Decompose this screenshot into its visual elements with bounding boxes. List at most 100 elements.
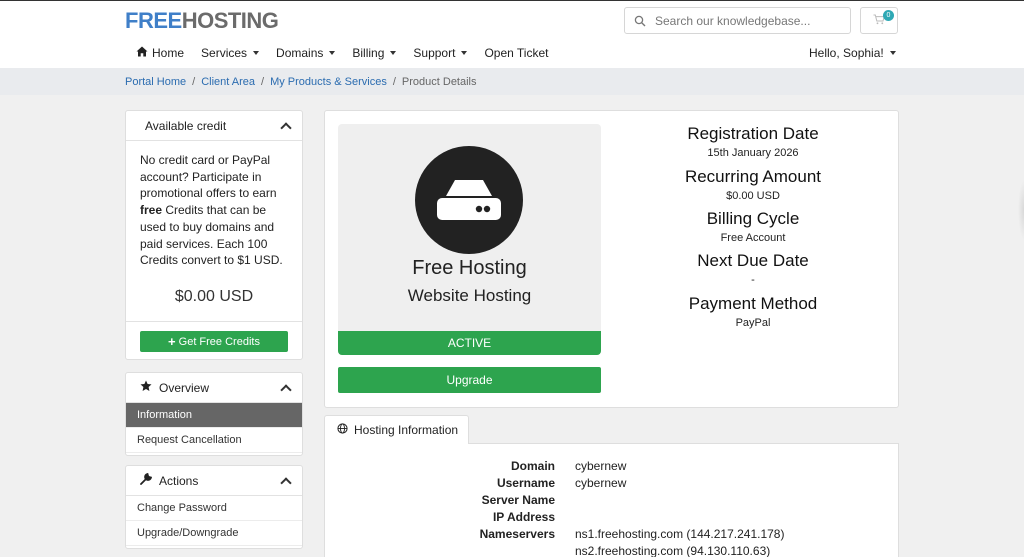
nav-billing[interactable]: Billing (352, 46, 397, 60)
product-group: Website Hosting (407, 286, 532, 305)
next-due-info: Next Due Date - (640, 251, 866, 286)
overview-item-request-cancellation[interactable]: Request Cancellation (126, 428, 302, 453)
chevron-down-icon (390, 51, 397, 55)
cart-count-badge: 0 (883, 10, 894, 21)
billing-cycle-label: Billing Cycle (706, 209, 800, 228)
plus-icon: + (168, 334, 176, 349)
credit-description: No credit card or PayPal account? Partic… (126, 141, 302, 317)
breadcrumb: Portal Home / Client Area / My Products … (125, 76, 477, 88)
domain-value: cybernew (575, 459, 627, 473)
overview-panel-title: Overview (140, 380, 209, 395)
breadcrumb-portal-home[interactable]: Portal Home (125, 76, 186, 88)
recurring-amount-label: Recurring Amount (684, 167, 822, 186)
tab-hosting-information-label: Hosting Information (354, 423, 459, 437)
hosting-info-panel: Domain cybernew Username cybernew Server… (324, 443, 899, 557)
breadcrumb-separator: / (192, 76, 196, 88)
username-label: Username (496, 476, 555, 490)
nav-home[interactable]: Home (136, 46, 184, 60)
chevron-down-icon (253, 51, 260, 55)
billing-cycle-value: Free Account (720, 232, 786, 244)
ip-address-label: IP Address (492, 510, 555, 524)
registration-date-label: Registration Date (687, 124, 819, 143)
credit-amount: $0.00 USD (174, 287, 254, 305)
user-greeting: Hello, Sophia! (809, 46, 884, 60)
registration-date-value: 15th January 2026 (707, 147, 799, 159)
credit-panel-title: Available credit (145, 118, 227, 133)
nameservers-row-2: ns2.freehosting.com (94.130.110.63) (325, 544, 900, 557)
divider (126, 321, 302, 322)
next-due-date-label: Next Due Date (697, 251, 809, 270)
credit-text-after: Credits that can be used to buy domains … (140, 203, 283, 268)
product-name: Free Hosting (412, 257, 527, 279)
overview-panel: Overview Information Request Cancellatio… (125, 372, 303, 456)
nav-domains[interactable]: Domains (276, 46, 336, 60)
nav-support-label: Support (413, 46, 456, 60)
credit-panel: Available credit No credit card or PayPa… (125, 110, 303, 360)
payment-method-label: Payment Method (688, 294, 818, 313)
chevron-down-icon (889, 51, 896, 55)
chevron-down-icon (461, 51, 468, 55)
wrench-icon (140, 472, 153, 488)
nav-open-ticket-label: Open Ticket (484, 46, 549, 60)
username-row: Username cybernew (325, 476, 900, 492)
recurring-info: Recurring Amount $0.00 USD (640, 167, 866, 202)
breadcrumb-products-services[interactable]: My Products & Services (270, 76, 387, 88)
nav-services-label: Services (201, 46, 248, 60)
chevron-up-icon[interactable] (280, 476, 292, 489)
page-scroll-edge (1018, 180, 1024, 240)
recurring-amount-value: $0.00 USD (726, 190, 780, 202)
credit-panel-header[interactable]: Available credit (126, 111, 302, 141)
username-value: cybernew (575, 476, 627, 490)
nameserver-1: ns1.freehosting.com (144.217.241.178) (575, 527, 785, 541)
get-free-credits-button[interactable]: + Get Free Credits (140, 331, 288, 352)
breadcrumb-separator: / (261, 76, 265, 88)
payment-method-value: PayPal (735, 317, 771, 329)
overview-title-label: Overview (159, 380, 210, 395)
chevron-up-icon[interactable] (280, 383, 292, 396)
overview-panel-header[interactable]: Overview (126, 373, 302, 403)
cart-button[interactable]: 0 (860, 7, 898, 34)
star-icon (140, 380, 152, 395)
nameservers-label: Nameservers (479, 527, 555, 541)
actions-panel-title: Actions (140, 472, 199, 488)
upgrade-button[interactable]: Upgrade (338, 367, 601, 393)
payment-method-info: Payment Method PayPal (640, 294, 866, 329)
tab-hosting-information[interactable]: Hosting Information (324, 415, 469, 444)
nav-home-label: Home (152, 46, 185, 60)
action-change-password[interactable]: Change Password (126, 496, 302, 521)
actions-panel-header[interactable]: Actions (126, 466, 302, 496)
nav-open-ticket[interactable]: Open Ticket (484, 46, 548, 60)
nav-domains-label: Domains (276, 46, 324, 60)
domain-label: Domain (510, 459, 555, 473)
next-due-date-value: - (751, 274, 755, 286)
globe-icon (337, 423, 348, 437)
nav-billing-label: Billing (352, 46, 385, 60)
server-name-label: Server Name (481, 493, 555, 507)
site-logo[interactable]: FREEHOSTING (125, 8, 279, 34)
search-input[interactable] (655, 13, 835, 28)
server-icon (415, 146, 523, 254)
main-nav: Home Services Domains Billing Support Op… (136, 46, 565, 60)
actions-title-label: Actions (159, 473, 199, 488)
nameservers-row: Nameservers ns1.freehosting.com (144.217… (325, 527, 900, 543)
server-name-row: Server Name (325, 493, 900, 509)
knowledgebase-search (624, 7, 851, 34)
nav-support[interactable]: Support (413, 46, 468, 60)
home-icon (136, 46, 148, 60)
credit-text-bold: free (140, 203, 163, 218)
user-menu[interactable]: Hello, Sophia! (809, 46, 896, 60)
breadcrumb-client-area[interactable]: Client Area (201, 76, 255, 88)
nav-services[interactable]: Services (201, 46, 260, 60)
domain-row: Domain cybernew (325, 459, 900, 475)
chevron-up-icon[interactable] (280, 121, 292, 134)
status-badge: ACTIVE (338, 331, 601, 355)
breadcrumb-separator: / (392, 76, 396, 88)
action-upgrade-downgrade[interactable]: Upgrade/Downgrade (126, 521, 302, 546)
nameserver-2: ns2.freehosting.com (94.130.110.63) (575, 544, 771, 557)
actions-panel: Actions Change Password Upgrade/Downgrad… (125, 465, 303, 549)
product-card: Free Hosting Website Hosting (338, 124, 601, 331)
overview-item-information[interactable]: Information (126, 403, 302, 428)
logo-hosting: HOSTING (181, 8, 279, 33)
logo-free: FREE (125, 8, 182, 33)
registration-info: Registration Date 15th January 2026 (640, 124, 866, 159)
